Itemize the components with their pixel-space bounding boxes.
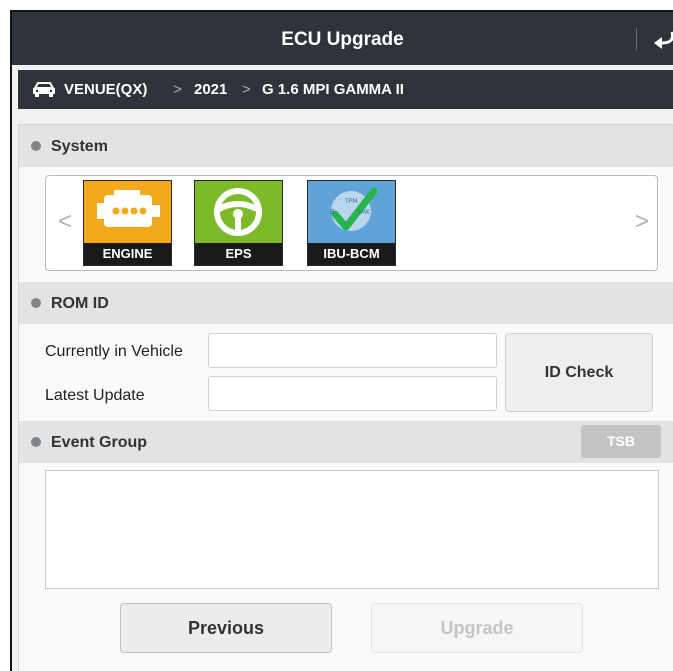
title-divider [636,28,637,50]
system-section-header: System [19,125,673,167]
breadcrumb: VENUE(QX) > 2021 > G 1.6 MPI GAMMA II [18,70,673,109]
previous-button[interactable]: Previous [120,603,332,653]
engine-tile-label: ENGINE [84,243,171,265]
upgrade-button[interactable]: Upgrade [371,603,583,653]
back-arrow-icon[interactable] [652,30,673,50]
breadcrumb-separator: > [173,81,182,98]
system-section-label: System [51,138,108,155]
id-check-button[interactable]: ID Check [505,333,653,412]
tpm-badge: TPM [344,198,357,205]
b-badge: B [330,208,335,216]
event-group-list [45,470,659,589]
bullet-icon [31,437,41,447]
carousel-prev-icon[interactable]: < [58,210,72,234]
system-tile-ibu-bcm[interactable]: TPM SMK B IBU-BCM [307,180,396,266]
bullet-icon [31,298,41,308]
smk-badge: SMK [357,209,371,216]
bullet-icon [31,141,41,151]
latest-update-field[interactable] [208,376,497,411]
system-carousel: < > ENGINE EPS TPM SMK B IBU-BCM [45,175,658,271]
title-bar: ECU Upgrade [12,12,673,65]
ibu-bcm-tile-label: IBU-BCM [308,243,395,265]
app-window: ECU Upgrade VENUE(QX) > 2021 > G 1.6 MPI… [10,10,673,671]
breadcrumb-year[interactable]: 2021 [194,70,227,109]
latest-update-label: Latest Update [45,387,145,404]
carousel-next-icon[interactable]: > [635,210,649,234]
page-title: ECU Upgrade [281,29,404,50]
breadcrumb-separator: > [242,81,251,98]
ibu-bcm-checkmark-icon: TPM SMK B [308,181,395,243]
engine-icon [84,181,171,243]
currently-in-vehicle-label: Currently in Vehicle [45,343,183,360]
event-group-section-label: Event Group [51,434,148,451]
rom-id-section-label: ROM ID [51,295,109,312]
breadcrumb-model[interactable]: VENUE(QX) [64,70,147,109]
car-icon [33,82,55,97]
system-tile-engine[interactable]: ENGINE [83,180,172,266]
currently-in-vehicle-field[interactable] [208,333,497,368]
steering-wheel-icon [195,181,282,243]
event-group-section-header: Event Group [19,421,673,463]
rom-id-section-header: ROM ID [19,282,673,324]
upgrade-panel: System < > ENGINE EPS TPM SMK B IBU-BCM … [18,124,673,671]
eps-tile-label: EPS [195,243,282,265]
system-tile-eps[interactable]: EPS [194,180,283,266]
breadcrumb-engine[interactable]: G 1.6 MPI GAMMA II [262,70,404,109]
tsb-button[interactable]: TSB [581,425,661,458]
